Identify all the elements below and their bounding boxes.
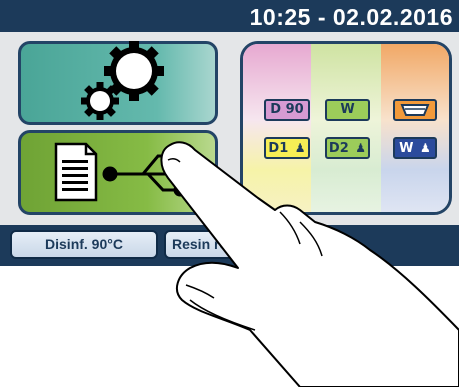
hand-pointer-illustration xyxy=(160,141,459,387)
